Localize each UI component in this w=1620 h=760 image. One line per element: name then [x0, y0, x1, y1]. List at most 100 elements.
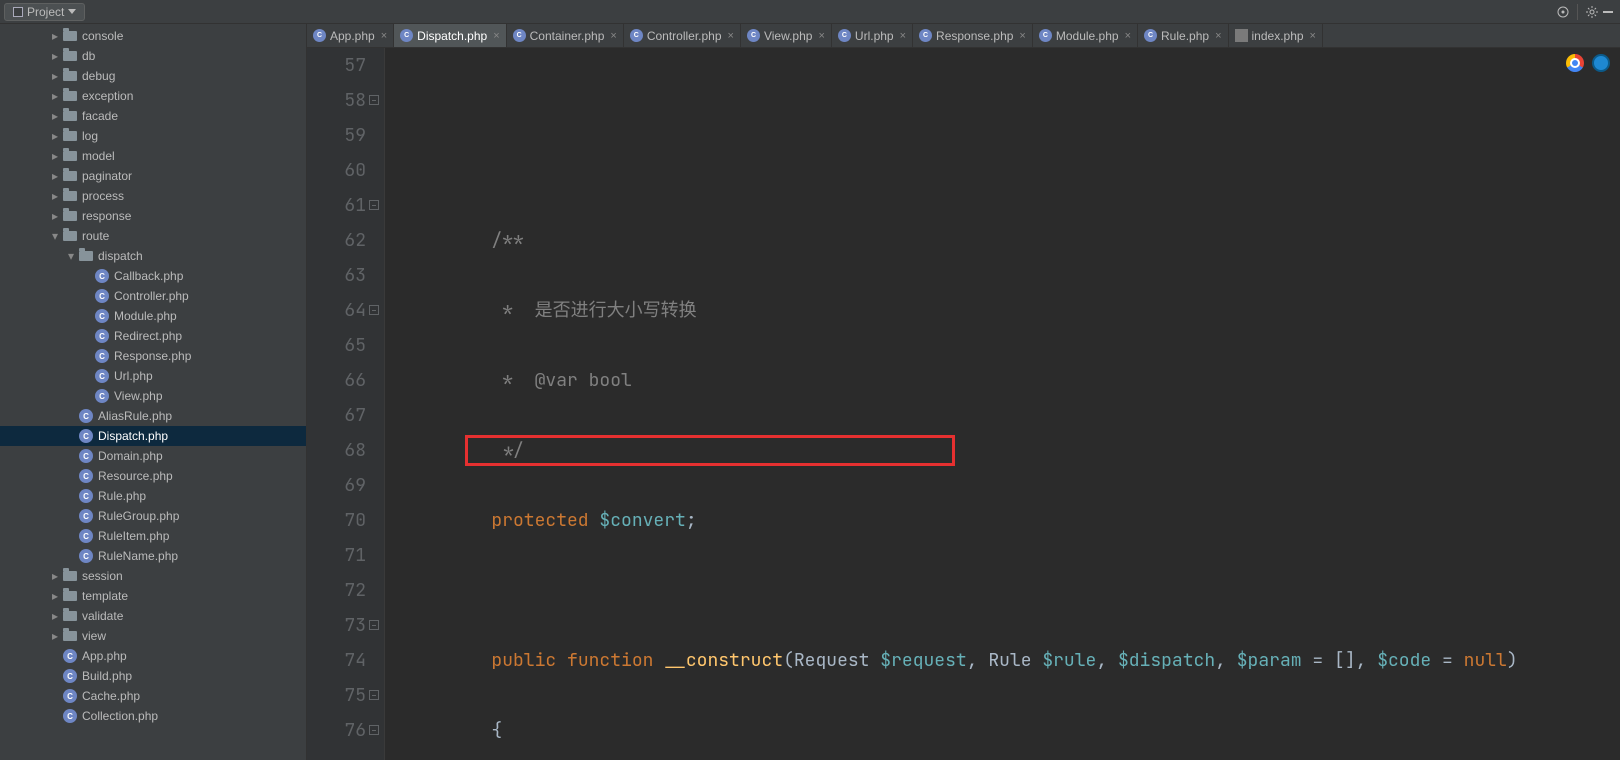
- tree-file[interactable]: ▸CRuleItem.php: [0, 526, 306, 546]
- chevron-down-icon[interactable]: ▾: [48, 229, 62, 243]
- chevron-right-icon[interactable]: ▸: [48, 149, 62, 163]
- tree-file[interactable]: ▸CView.php: [0, 386, 306, 406]
- collapse-icon[interactable]: [1600, 4, 1616, 20]
- tree-folder[interactable]: ▸view: [0, 626, 306, 646]
- tree-folder[interactable]: ▸template: [0, 586, 306, 606]
- close-icon[interactable]: ×: [1125, 30, 1131, 42]
- fold-toggle-icon[interactable]: [369, 95, 379, 105]
- code-area[interactable]: /** * 是否进行大小写转换 * @var bool */ protected…: [385, 48, 1620, 760]
- chrome-icon[interactable]: [1566, 54, 1584, 72]
- tree-folder[interactable]: ▸paginator: [0, 166, 306, 186]
- tree-folder[interactable]: ▸ console: [0, 26, 306, 46]
- editor-tab[interactable]: CApp.php×: [307, 24, 394, 47]
- php-file-icon: C: [94, 268, 110, 284]
- close-icon[interactable]: ×: [818, 30, 824, 42]
- close-icon[interactable]: ×: [1310, 30, 1316, 42]
- tab-label: Container.php: [530, 29, 605, 43]
- chevron-right-icon[interactable]: ▸: [48, 69, 62, 83]
- line-number: 61: [307, 188, 366, 223]
- editor-tab[interactable]: CUrl.php×: [832, 24, 913, 47]
- locate-icon[interactable]: [1555, 4, 1571, 20]
- line-number: 57: [307, 48, 366, 83]
- chevron-right-icon[interactable]: ▸: [48, 569, 62, 583]
- tree-folder[interactable]: ▸facade: [0, 106, 306, 126]
- editor-tab[interactable]: CController.php×: [624, 24, 741, 47]
- folder-icon: [62, 608, 78, 624]
- tree-folder[interactable]: ▸session: [0, 566, 306, 586]
- editor-tab[interactable]: CView.php×: [741, 24, 832, 47]
- fold-toggle-icon[interactable]: [369, 725, 379, 735]
- tree-file[interactable]: ▸CRuleName.php: [0, 546, 306, 566]
- tree-file[interactable]: ▸CRedirect.php: [0, 326, 306, 346]
- tree-folder[interactable]: ▸exception: [0, 86, 306, 106]
- tree-file[interactable]: ▸CRuleGroup.php: [0, 506, 306, 526]
- tree-file[interactable]: ▸CCallback.php: [0, 266, 306, 286]
- tree-file[interactable]: ▸CDomain.php: [0, 446, 306, 466]
- tree-file[interactable]: ▸CRule.php: [0, 486, 306, 506]
- project-dropdown[interactable]: Project: [4, 3, 85, 21]
- close-icon[interactable]: ×: [1019, 30, 1025, 42]
- editor-tab[interactable]: index.php×: [1229, 24, 1323, 47]
- tree-folder[interactable]: ▸log: [0, 126, 306, 146]
- chevron-right-icon[interactable]: ▸: [48, 49, 62, 63]
- chevron-right-icon[interactable]: ▸: [48, 189, 62, 203]
- tree-file[interactable]: ▸CCache.php: [0, 686, 306, 706]
- tree-folder[interactable]: ▸response: [0, 206, 306, 226]
- fold-toggle-icon[interactable]: [369, 200, 379, 210]
- tree-file[interactable]: ▸CUrl.php: [0, 366, 306, 386]
- close-icon[interactable]: ×: [900, 30, 906, 42]
- tree-file[interactable]: ▸CDispatch.php: [0, 426, 306, 446]
- tree-folder[interactable]: ▸db: [0, 46, 306, 66]
- tree-folder[interactable]: ▾dispatch: [0, 246, 306, 266]
- line-number: 68: [307, 433, 366, 468]
- tree-folder[interactable]: ▸debug: [0, 66, 306, 86]
- chevron-right-icon[interactable]: ▸: [48, 129, 62, 143]
- project-tree[interactable]: ▸ console ▸db▸debug▸exception▸facade▸log▸m…: [0, 24, 307, 760]
- fold-toggle-icon[interactable]: [369, 620, 379, 630]
- line-number: 75: [307, 678, 366, 713]
- editor-tab[interactable]: CRule.php×: [1138, 24, 1228, 47]
- chevron-down-icon[interactable]: ▾: [64, 249, 78, 263]
- chevron-right-icon[interactable]: ▸: [48, 169, 62, 183]
- chevron-right-icon[interactable]: ▸: [48, 209, 62, 223]
- tree-label: console: [82, 29, 123, 43]
- editor-tab[interactable]: CModule.php×: [1033, 24, 1138, 47]
- chevron-right-icon[interactable]: ▸: [48, 109, 62, 123]
- chevron-right-icon[interactable]: ▸: [48, 29, 62, 43]
- tree-file[interactable]: ▸CResource.php: [0, 466, 306, 486]
- tree-file[interactable]: ▸CCollection.php: [0, 706, 306, 726]
- tree-file[interactable]: ▸CController.php: [0, 286, 306, 306]
- edge-icon[interactable]: [1592, 54, 1610, 72]
- tree-file[interactable]: ▸CApp.php: [0, 646, 306, 666]
- tree-folder[interactable]: ▸process: [0, 186, 306, 206]
- editor-tab[interactable]: CContainer.php×: [507, 24, 624, 47]
- tree-folder[interactable]: ▸model: [0, 146, 306, 166]
- tree-file[interactable]: ▸CAliasRule.php: [0, 406, 306, 426]
- close-icon[interactable]: ×: [610, 30, 616, 42]
- chevron-right-icon[interactable]: ▸: [48, 589, 62, 603]
- tree-file[interactable]: ▸CBuild.php: [0, 666, 306, 686]
- tree-file[interactable]: ▸CResponse.php: [0, 346, 306, 366]
- php-file-icon: C: [78, 428, 94, 444]
- tree-folder[interactable]: ▾route: [0, 226, 306, 246]
- php-file-icon: C: [78, 468, 94, 484]
- close-icon[interactable]: ×: [493, 30, 499, 42]
- divider: [1577, 4, 1578, 20]
- chevron-right-icon[interactable]: ▸: [48, 629, 62, 643]
- close-icon[interactable]: ×: [1215, 30, 1221, 42]
- close-icon[interactable]: ×: [381, 30, 387, 42]
- code-editor[interactable]: 5758596061626364656667686970717273747576…: [307, 48, 1620, 760]
- fold-toggle-icon[interactable]: [369, 305, 379, 315]
- tree-label: Url.php: [114, 369, 153, 383]
- chevron-right-icon[interactable]: ▸: [48, 609, 62, 623]
- editor-tab[interactable]: CDispatch.php×: [394, 24, 506, 47]
- tree-label: RuleItem.php: [98, 529, 169, 543]
- tree-folder[interactable]: ▸validate: [0, 606, 306, 626]
- fold-toggle-icon[interactable]: [369, 690, 379, 700]
- line-number: 59: [307, 118, 366, 153]
- gear-icon[interactable]: [1584, 4, 1600, 20]
- tree-file[interactable]: ▸CModule.php: [0, 306, 306, 326]
- close-icon[interactable]: ×: [728, 30, 734, 42]
- editor-tab[interactable]: CResponse.php×: [913, 24, 1033, 47]
- chevron-right-icon[interactable]: ▸: [48, 89, 62, 103]
